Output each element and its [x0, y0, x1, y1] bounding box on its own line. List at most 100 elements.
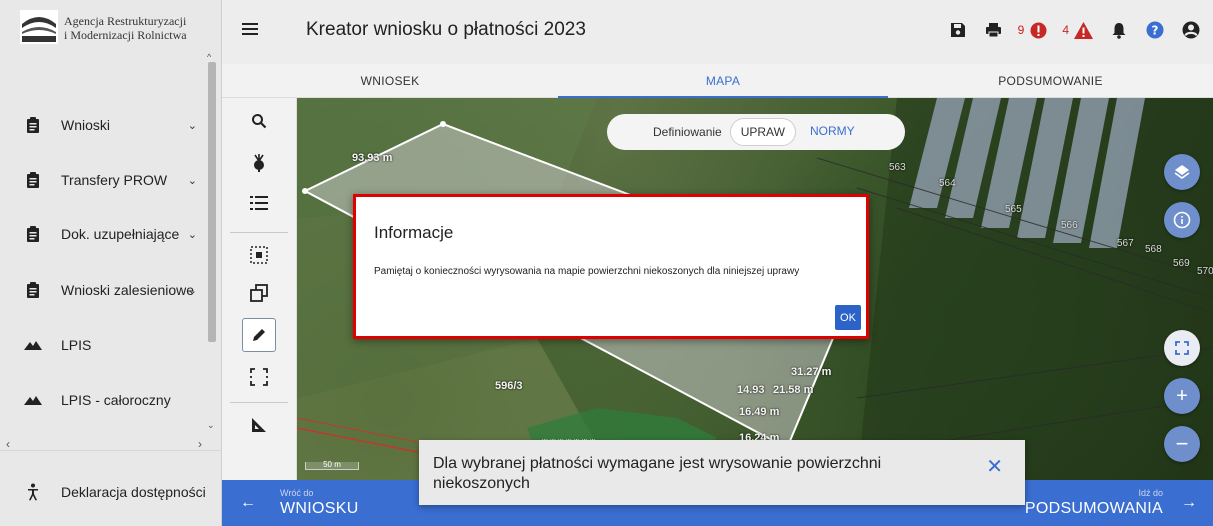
account-icon[interactable] — [1181, 20, 1201, 40]
tab-bar: WNIOSEK MAPA PODSUMOWANIE — [222, 64, 1213, 98]
parcel-number-label: 570 — [1197, 266, 1213, 277]
next-target: PODSUMOWANIA — [1024, 500, 1163, 517]
close-icon[interactable]: ✕ — [986, 454, 1003, 479]
scroll-down-icon[interactable]: ⌄ — [207, 420, 215, 431]
sidebar: Agencja Restrukturyzacji i Modernizacji … — [0, 0, 222, 526]
sidebar-item-label: LPIS — [61, 337, 92, 353]
tab-wniosek[interactable]: WNIOSEK — [222, 64, 558, 98]
snackbar-message: Dla wybranej płatności wymagane jest wry… — [433, 455, 882, 492]
terrain-icon — [24, 391, 42, 409]
horizontal-scrollbar[interactable] — [0, 450, 222, 451]
zoom-out-button[interactable]: − — [1164, 426, 1200, 462]
agency-name-line1: Agencja Restrukturyzacji — [64, 14, 187, 28]
sidebar-item-dok-uzupelniajace[interactable]: Dok. uzupełniające ⌄ — [0, 214, 205, 254]
sidebar-item-label: Wnioski zalesieniowe — [61, 282, 195, 298]
parcel-number-label: 564 — [939, 178, 956, 189]
help-icon[interactable]: ? — [1145, 20, 1165, 40]
rectangle-select-icon[interactable] — [242, 360, 276, 394]
fullscreen-button[interactable] — [1164, 330, 1200, 366]
accessibility-icon — [24, 483, 42, 501]
notification-snackbar: Dla wybranej płatności wymagane jest wry… — [419, 440, 1025, 505]
sidebar-item-label: Dok. uzupełniające — [61, 226, 180, 242]
chevron-down-icon: ⌄ — [187, 119, 197, 132]
info-button[interactable] — [1164, 202, 1200, 238]
crop-plant-icon[interactable] — [242, 146, 276, 180]
clipboard-icon — [24, 281, 42, 299]
chevron-down-icon: ⌄ — [187, 284, 197, 297]
chevron-down-icon: ⌄ — [187, 174, 197, 187]
arimr-logo-mark — [20, 10, 58, 44]
clipboard-icon — [24, 171, 42, 189]
map-measure-label: 31.27 m — [791, 366, 832, 378]
next-caption: Idź do — [1138, 488, 1163, 498]
sidebar-item-label: LPIS - całoroczny — [61, 392, 171, 408]
parcel-number-label: 568 — [1145, 244, 1162, 255]
arrow-left-icon: ← — [240, 494, 256, 511]
bell-icon[interactable] — [1109, 20, 1129, 40]
map-measure-label: 14.93 — [737, 384, 765, 396]
copy-shape-icon[interactable] — [242, 276, 276, 310]
warning-icon[interactable] — [1073, 20, 1093, 40]
scroll-up-icon[interactable]: ^ — [207, 52, 211, 62]
sidebar-item-label: Deklaracja dostępności — [61, 484, 206, 500]
sidebar-item-lpis[interactable]: LPIS — [0, 325, 205, 365]
menu-icon[interactable] — [242, 22, 258, 41]
map-measure-label: 21.58 m — [773, 384, 814, 396]
sidebar-item-wnioski[interactable]: Wnioski ⌄ — [0, 105, 205, 145]
sidebar-item-lpis-caloroczny[interactable]: LPIS - całoroczny — [0, 380, 205, 420]
draw-pencil-icon[interactable] — [242, 318, 276, 352]
tab-mapa[interactable]: MAPA — [558, 64, 888, 98]
sidebar-item-deklaracja-dostepnosci[interactable]: Deklaracja dostępności — [0, 472, 222, 512]
toolbar-divider — [230, 232, 288, 233]
parcel-number-label: 565 — [1005, 204, 1022, 215]
map-toolbar — [222, 98, 297, 480]
terrain-icon — [24, 336, 42, 354]
scroll-right-icon[interactable]: › — [198, 437, 202, 451]
parcel-number-label: 563 — [889, 162, 906, 173]
warning-count: 4 — [1062, 23, 1069, 37]
sidebar-item-wnioski-zalesieniowe[interactable]: Wnioski zalesieniowe ⌄ — [0, 270, 205, 310]
search-icon[interactable] — [242, 104, 276, 138]
map-scale: 50 m — [305, 461, 359, 470]
svg-text:?: ? — [1152, 24, 1159, 38]
header-actions: 9 4 ? — [932, 20, 1201, 40]
minus-icon: − — [1175, 431, 1189, 456]
parcel-number-label: 566 — [1061, 220, 1078, 231]
plus-icon: + — [1176, 385, 1188, 407]
arrow-right-icon: → — [1181, 494, 1197, 511]
layers-button[interactable] — [1164, 154, 1200, 190]
parcel-number-label: 596/3 — [495, 380, 523, 392]
clipboard-icon — [24, 225, 42, 243]
parcel-number-label: 567 — [1117, 238, 1134, 249]
sidebar-item-label: Transfery PROW — [61, 172, 168, 188]
sidebar-item-label: Wnioski — [61, 117, 111, 133]
print-icon[interactable] — [984, 20, 1004, 40]
error-icon[interactable] — [1028, 20, 1048, 40]
measure-icon[interactable] — [242, 408, 276, 442]
scroll-left-icon[interactable]: ‹ — [6, 437, 10, 451]
chevron-down-icon: ⌄ — [187, 228, 197, 241]
tab-podsumowanie[interactable]: PODSUMOWANIE — [888, 64, 1213, 98]
select-area-icon[interactable] — [242, 238, 276, 272]
zoom-in-button[interactable]: + — [1164, 378, 1200, 414]
mode-upraw-button[interactable]: UPRAW — [729, 118, 796, 146]
back-target: WNIOSKU — [280, 500, 359, 517]
sidebar-scrollbar[interactable] — [208, 62, 216, 342]
back-caption: Wróć do — [280, 488, 314, 498]
dialog-title: Informacje — [374, 223, 454, 242]
agency-name-line2: i Modernizacji Rolnictwa — [64, 28, 187, 42]
mode-normy-button[interactable]: NORMY — [800, 118, 865, 146]
info-icon — [1173, 211, 1191, 229]
sidebar-item-transfery-prow[interactable]: Transfery PROW ⌄ — [0, 160, 205, 200]
list-icon[interactable] — [242, 186, 276, 220]
ok-button[interactable]: OK — [835, 305, 861, 330]
toolbar-divider — [230, 402, 288, 403]
save-icon[interactable] — [948, 20, 968, 40]
error-count: 9 — [1017, 23, 1025, 37]
agency-logo[interactable]: Agencja Restrukturyzacji i Modernizacji … — [20, 10, 205, 54]
page-title: Kreator wniosku o płatności 2023 — [306, 19, 586, 40]
definition-label: Definiowanie — [653, 125, 722, 139]
definition-mode-toggle: Definiowanie UPRAW NORMY — [607, 114, 905, 150]
clipboard-icon — [24, 116, 42, 134]
layers-icon — [1174, 165, 1190, 179]
